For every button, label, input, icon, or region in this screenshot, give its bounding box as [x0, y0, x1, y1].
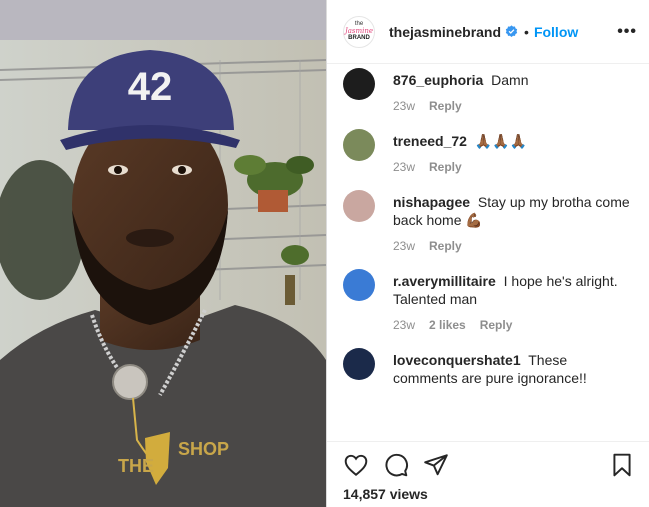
- comment-icon[interactable]: [383, 452, 409, 478]
- account-handle[interactable]: thejasminebrand: [389, 24, 501, 40]
- bookmark-icon[interactable]: [609, 452, 635, 478]
- commenter-avatar[interactable]: [343, 348, 375, 380]
- commenter-avatar[interactable]: [343, 68, 375, 100]
- comment-text: 🙏🏾🙏🏾🙏🏾: [474, 133, 528, 149]
- reply-button[interactable]: Reply: [429, 160, 462, 174]
- comment-item: treneed_72 🙏🏾🙏🏾🙏🏾 23w Reply: [343, 129, 633, 188]
- account-avatar[interactable]: the Jasmine BRAND: [343, 15, 375, 48]
- pendant: [112, 364, 148, 400]
- commenter-avatar[interactable]: [343, 129, 375, 161]
- share-icon[interactable]: [423, 452, 449, 478]
- comment-username[interactable]: treneed_72: [393, 133, 467, 149]
- shirt-text-right: SHOP: [178, 439, 229, 459]
- comment-item: nishapagee Stay up my brotha come back h…: [343, 190, 633, 267]
- header-separator: •: [524, 23, 529, 40]
- more-options-icon[interactable]: •••: [617, 23, 637, 41]
- reply-button[interactable]: Reply: [480, 318, 513, 332]
- comment-text: Damn: [491, 72, 529, 88]
- logo-line2: Jasmine: [344, 27, 374, 35]
- comment-item: loveconquershate1 These comments are pur…: [343, 348, 633, 387]
- cap-number: 42: [128, 65, 173, 109]
- video-frame: 42 THE SHOP: [0, 0, 326, 507]
- post-video[interactable]: 42 THE SHOP: [0, 0, 326, 507]
- post-actions: 14,857 views: [327, 441, 649, 507]
- logo-line3: BRAND: [348, 35, 370, 41]
- post-header: the Jasmine BRAND thejasminebrand • Foll…: [327, 0, 649, 64]
- view-count[interactable]: 14,857 views: [343, 486, 635, 502]
- comment-time[interactable]: 23w: [393, 318, 415, 332]
- comment-likes[interactable]: 2 likes: [429, 318, 466, 332]
- heart-icon[interactable]: [343, 452, 369, 478]
- commenter-avatar[interactable]: [343, 269, 375, 301]
- comment-item: r.averymillitaire I hope he's alright. T…: [343, 269, 633, 346]
- comments-list[interactable]: 876_euphoria Damn 23w Reply treneed_72 🙏…: [327, 64, 649, 441]
- comment-time[interactable]: 23w: [393, 160, 415, 174]
- comment-time[interactable]: 23w: [393, 99, 415, 113]
- comment-username[interactable]: loveconquershate1: [393, 352, 521, 368]
- follow-button[interactable]: Follow: [534, 24, 578, 40]
- comment-username[interactable]: nishapagee: [393, 194, 470, 210]
- reply-button[interactable]: Reply: [429, 239, 462, 253]
- post-sidebar: the Jasmine BRAND thejasminebrand • Foll…: [326, 0, 649, 507]
- comment-username[interactable]: 876_euphoria: [393, 72, 483, 88]
- shirt-text-left: THE: [118, 456, 154, 476]
- commenter-avatar[interactable]: [343, 190, 375, 222]
- verified-badge-icon: [505, 25, 518, 37]
- comment-time[interactable]: 23w: [393, 239, 415, 253]
- reply-button[interactable]: Reply: [429, 99, 462, 113]
- instagram-post: 42 THE SHOP the Jasmine BRAND thejasmine…: [0, 0, 649, 507]
- comment-username[interactable]: r.averymillitaire: [393, 273, 496, 289]
- comment-item: 876_euphoria Damn 23w Reply: [343, 68, 633, 127]
